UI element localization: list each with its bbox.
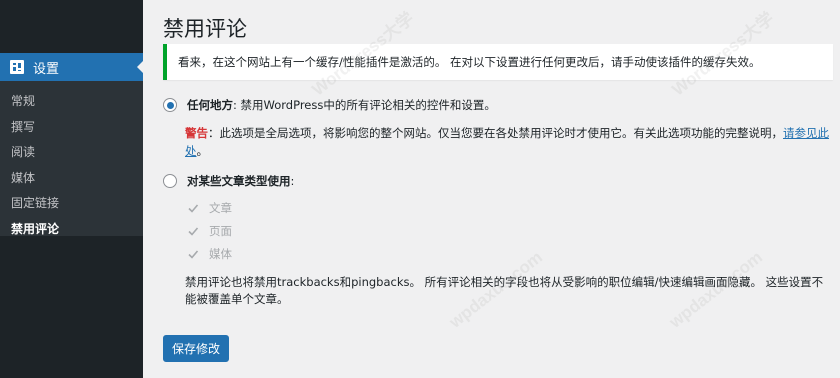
checkbox-label-media: 媒体 [209, 247, 232, 261]
save-changes-button[interactable]: 保存修改 [163, 335, 229, 362]
checkbox-label-pages: 页面 [209, 224, 232, 238]
option-everywhere-description: : 禁用WordPress中的所有评论相关的控件和设置。 [233, 98, 496, 112]
submenu-item-media[interactable]: 媒体 [0, 166, 143, 192]
submenu-item-general[interactable]: 常规 [0, 89, 143, 115]
settings-submenu: 常规 撰写 阅读 媒体 固定链接 禁用评论 [0, 81, 143, 236]
warning-text: ：此选项是全局选项，将影响您的整个网站。仅当您要在各处禁用评论时才使用它。有关此… [208, 126, 783, 140]
option-everywhere-label: 任何地方 [187, 98, 233, 112]
sidebar-menu-settings-label: 设置 [33, 61, 60, 77]
option-post-types-label: 对某些文章类型使用 [187, 174, 291, 188]
option-post-types-text: 对某些文章类型使用: [187, 173, 294, 189]
radio-everywhere[interactable] [163, 98, 177, 112]
checkmark-icon [187, 202, 199, 214]
footer-note: 禁用评论也将禁用trackbacks和pingbacks。 所有评论相关的字段也… [185, 275, 824, 306]
cache-notice: 看来，在这个网站上有一个缓存/性能插件是激活的。 在对以下设置进行任何更改后，请… [163, 44, 833, 80]
radio-post-types[interactable] [163, 174, 177, 188]
checkmark-icon [187, 248, 199, 260]
warning-label: 警告 [185, 126, 208, 140]
global-warning: 警告：此选项是全局选项，将影响您的整个网站。仅当您要在各处禁用评论时才使用它。有… [185, 124, 831, 160]
admin-sidebar: 设置 常规 撰写 阅读 媒体 固定链接 禁用评论 [0, 0, 143, 378]
checkbox-row-posts[interactable]: 文章 [187, 200, 232, 216]
sidebar-menu-settings[interactable]: 设置 [0, 53, 143, 81]
option-post-types[interactable]: 对某些文章类型使用: [163, 173, 294, 189]
option-everywhere[interactable]: 任何地方: 禁用WordPress中的所有评论相关的控件和设置。 [163, 97, 496, 113]
submenu-item-permalinks[interactable]: 固定链接 [0, 191, 143, 217]
checkbox-row-pages[interactable]: 页面 [187, 223, 232, 239]
current-menu-arrow [137, 61, 143, 73]
checkbox-row-media[interactable]: 媒体 [187, 246, 232, 262]
option-everywhere-text: 任何地方: 禁用WordPress中的所有评论相关的控件和设置。 [187, 97, 496, 113]
checkbox-label-posts: 文章 [209, 201, 232, 215]
option-post-types-suffix: : [290, 174, 295, 188]
settings-icon [10, 60, 24, 74]
submenu-item-disable-comments[interactable]: 禁用评论 [0, 217, 143, 243]
submenu-item-reading[interactable]: 阅读 [0, 140, 143, 166]
warning-end: 。 [196, 144, 209, 158]
checkmark-icon [187, 225, 199, 237]
page-title: 禁用评论 [163, 17, 247, 41]
submenu-item-writing[interactable]: 撰写 [0, 115, 143, 141]
